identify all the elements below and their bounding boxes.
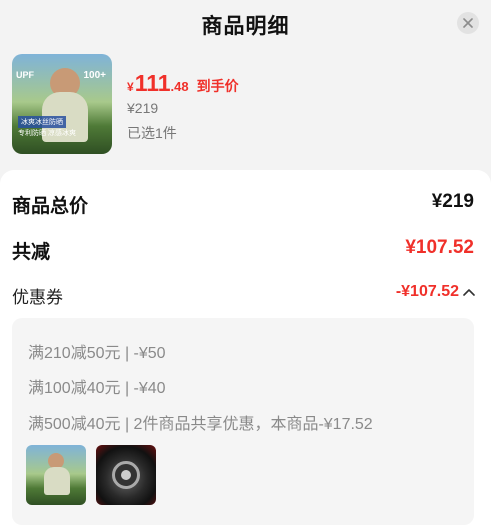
total-price-value: ¥219 [431,191,474,212]
product-image-caption: 冰爽冰丝防晒 [18,116,66,128]
coupon-detail-line: 满210减50元 | -¥50 [28,345,166,362]
original-price: ¥219 [127,100,159,116]
price-detail-card: 商品总价 ¥219 共减 ¥107.52 优惠券 -¥107.52 满210减5… [0,170,491,529]
total-discount-label: 共减 [12,242,51,263]
product-image[interactable]: UPF 100+ 冰爽冰丝防晒 专利防晒 凉感冰爽 [12,54,112,154]
product-image-upf-text: UPF [16,70,34,80]
shared-product-thumbnail[interactable] [96,445,156,505]
coupon-detail-line: 满100减40元 | -¥40 [28,380,166,397]
coupon-value[interactable]: -¥107.52 [396,283,459,301]
close-button[interactable] [457,12,479,34]
product-image-subcaption: 专利防晒 凉感冰爽 [18,130,76,137]
thumbnail-garment [44,467,70,495]
total-discount-value: ¥107.52 [405,237,474,258]
coupon-detail-line: 满500减40元 | 2件商品共享优惠，本商品-¥17.52 [28,416,373,433]
price-currency: ¥ [127,80,134,94]
total-price-label: 商品总价 [12,196,89,217]
price-label: 到手价 [196,78,239,94]
product-image-badge: 100+ [83,70,106,81]
final-price: ¥ 111 .48 到手价 [127,70,239,97]
coupon-label[interactable]: 优惠券 [12,283,63,308]
header: 商品明细 [0,0,491,46]
thumbnail-knob [112,461,140,489]
page-title: 商品明细 [201,15,290,38]
coupon-detail-panel: 满210减50元 | -¥50 满100减40元 | -¥40 满500减40元… [12,318,474,525]
shared-product-thumbnail[interactable] [26,445,86,505]
thumbnail-knob-center [121,470,131,480]
price-decimal: .48 [170,79,189,94]
price-integer: 111 [134,70,171,96]
chevron-up-icon[interactable] [463,288,475,296]
close-icon [463,18,473,28]
selected-count: 已选1件 [127,125,177,141]
